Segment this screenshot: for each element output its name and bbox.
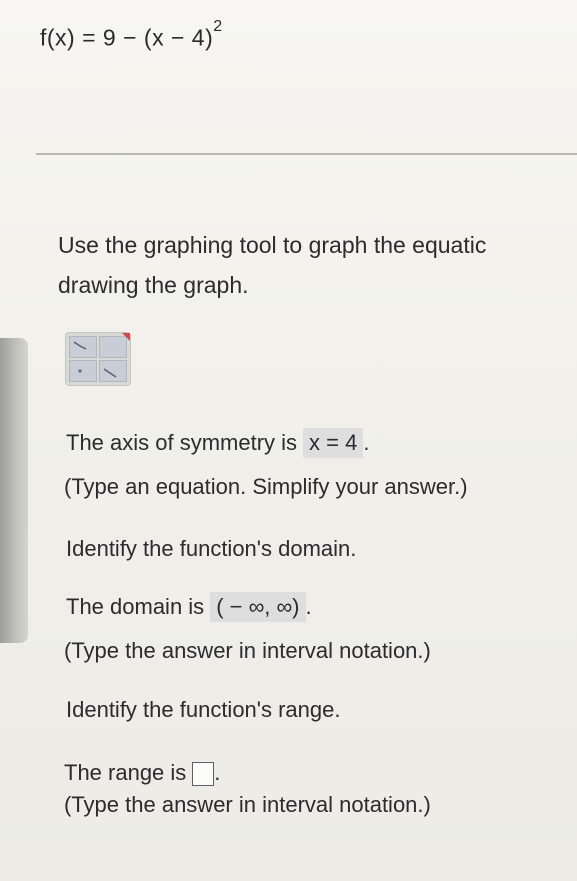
formula-text: f(x) = 9 − (x − 4) — [40, 24, 214, 51]
section-divider — [36, 153, 577, 155]
range-prompt: The range is — [64, 760, 187, 785]
range-hint: (Type the answer in interval notation.) — [64, 792, 431, 817]
function-formula: f(x) = 9 − (x − 4)2 — [40, 18, 223, 52]
domain-answer-field[interactable]: ( − ∞, ∞) — [210, 592, 306, 622]
axis-hint: (Type an equation. Simplify your answer.… — [64, 474, 468, 499]
domain-heading: Identify the function's domain. — [66, 536, 357, 561]
domain-hint: (Type the answer in interval notation.) — [64, 638, 431, 663]
domain-prompt-line: The domain is( − ∞, ∞). — [66, 592, 312, 622]
range-answer-input[interactable] — [192, 762, 215, 787]
axis-answer-field[interactable]: x = 4 — [303, 428, 364, 458]
range-prompt-line: The range is. — [64, 760, 221, 787]
axis-prompt: The axis of symmetry is — [66, 430, 298, 455]
axis-suffix: . — [363, 430, 370, 455]
formula-exponent: 2 — [213, 18, 223, 35]
domain-prompt: The domain is — [66, 594, 205, 619]
range-suffix: . — [214, 760, 221, 785]
axis-prompt-line: The axis of symmetry is x = 4. — [66, 428, 369, 458]
instruction-line-2: drawing the graph. — [58, 272, 249, 298]
scrollbar[interactable] — [0, 338, 28, 643]
graphing-tool-button[interactable] — [66, 333, 130, 385]
domain-suffix: . — [305, 594, 312, 619]
range-heading: Identify the function's range. — [66, 697, 341, 722]
instruction-line-1: Use the graphing tool to graph the equat… — [58, 232, 487, 258]
graph-icon — [73, 341, 117, 378]
